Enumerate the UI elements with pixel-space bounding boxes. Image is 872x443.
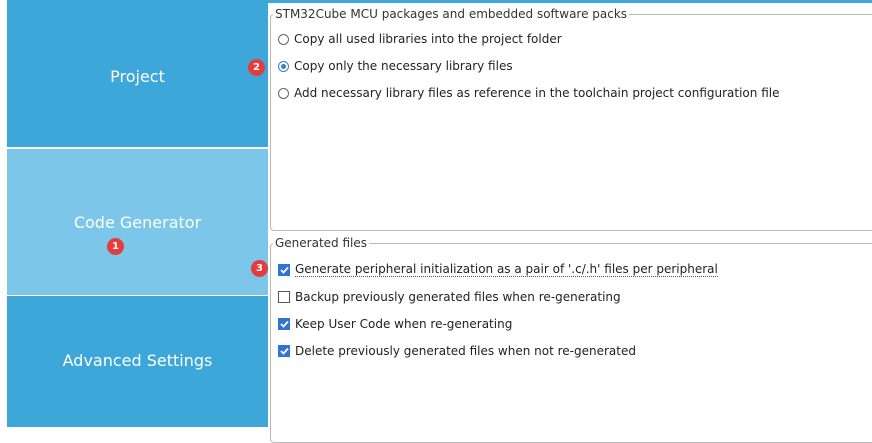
sidebar-item-label: Code Generator xyxy=(73,212,202,232)
checkbox-checked[interactable] xyxy=(278,345,290,357)
checkbox-unchecked[interactable] xyxy=(278,291,290,303)
checkbox-checked[interactable] xyxy=(278,318,290,330)
sidebar-item-project[interactable]: Project xyxy=(7,0,268,147)
radio-button[interactable] xyxy=(278,87,289,99)
sidebar-item-advanced-settings[interactable]: Advanced Settings xyxy=(7,296,268,427)
option-label: Add necessary library files as reference… xyxy=(294,86,780,100)
checkmark-icon xyxy=(279,347,289,355)
checkbox-checked[interactable] xyxy=(278,263,290,276)
top-accent-bar xyxy=(267,0,872,3)
option-label: Delete previously generated files when n… xyxy=(295,344,636,358)
checkmark-icon xyxy=(279,266,289,274)
packages-group-legend: STM32Cube MCU packages and embedded soft… xyxy=(273,7,630,21)
annotation-badge-2: 2 xyxy=(248,59,265,76)
radio-copy-necessary-files[interactable]: Copy only the necessary library files xyxy=(278,59,513,73)
radio-add-as-reference[interactable]: Add necessary library files as reference… xyxy=(278,86,779,100)
option-label: Keep User Code when re-generating xyxy=(295,317,513,331)
option-label: Copy all used libraries into the project… xyxy=(294,32,562,46)
checkmark-icon xyxy=(279,320,289,328)
option-label: Backup previously generated files when r… xyxy=(295,290,621,304)
annotation-badge-3: 3 xyxy=(251,260,268,277)
checkbox-generate-peripheral-pairs[interactable]: Generate peripheral initialization as a … xyxy=(278,262,718,277)
option-label: Copy only the necessary library files xyxy=(294,59,513,73)
packages-group xyxy=(270,14,872,231)
sidebar-item-code-generator[interactable]: Code Generator xyxy=(7,149,268,295)
radio-button-selected[interactable] xyxy=(278,60,289,72)
checkbox-delete-previous-files[interactable]: Delete previously generated files when n… xyxy=(278,344,636,358)
sidebar-item-label: Advanced Settings xyxy=(62,351,213,370)
option-label: Generate peripheral initialization as a … xyxy=(295,262,718,277)
checkbox-keep-user-code[interactable]: Keep User Code when re-generating xyxy=(278,317,512,331)
sidebar-item-label: Project xyxy=(110,67,165,86)
checkbox-backup-previous-files[interactable]: Backup previously generated files when r… xyxy=(278,290,621,304)
generated-files-legend: Generated files xyxy=(273,236,370,250)
settings-sidebar: Project Code Generator Advanced Settings xyxy=(7,0,268,427)
radio-copy-all-libraries[interactable]: Copy all used libraries into the project… xyxy=(278,32,562,46)
radio-button[interactable] xyxy=(278,33,289,45)
annotation-badge-1: 1 xyxy=(107,238,124,255)
